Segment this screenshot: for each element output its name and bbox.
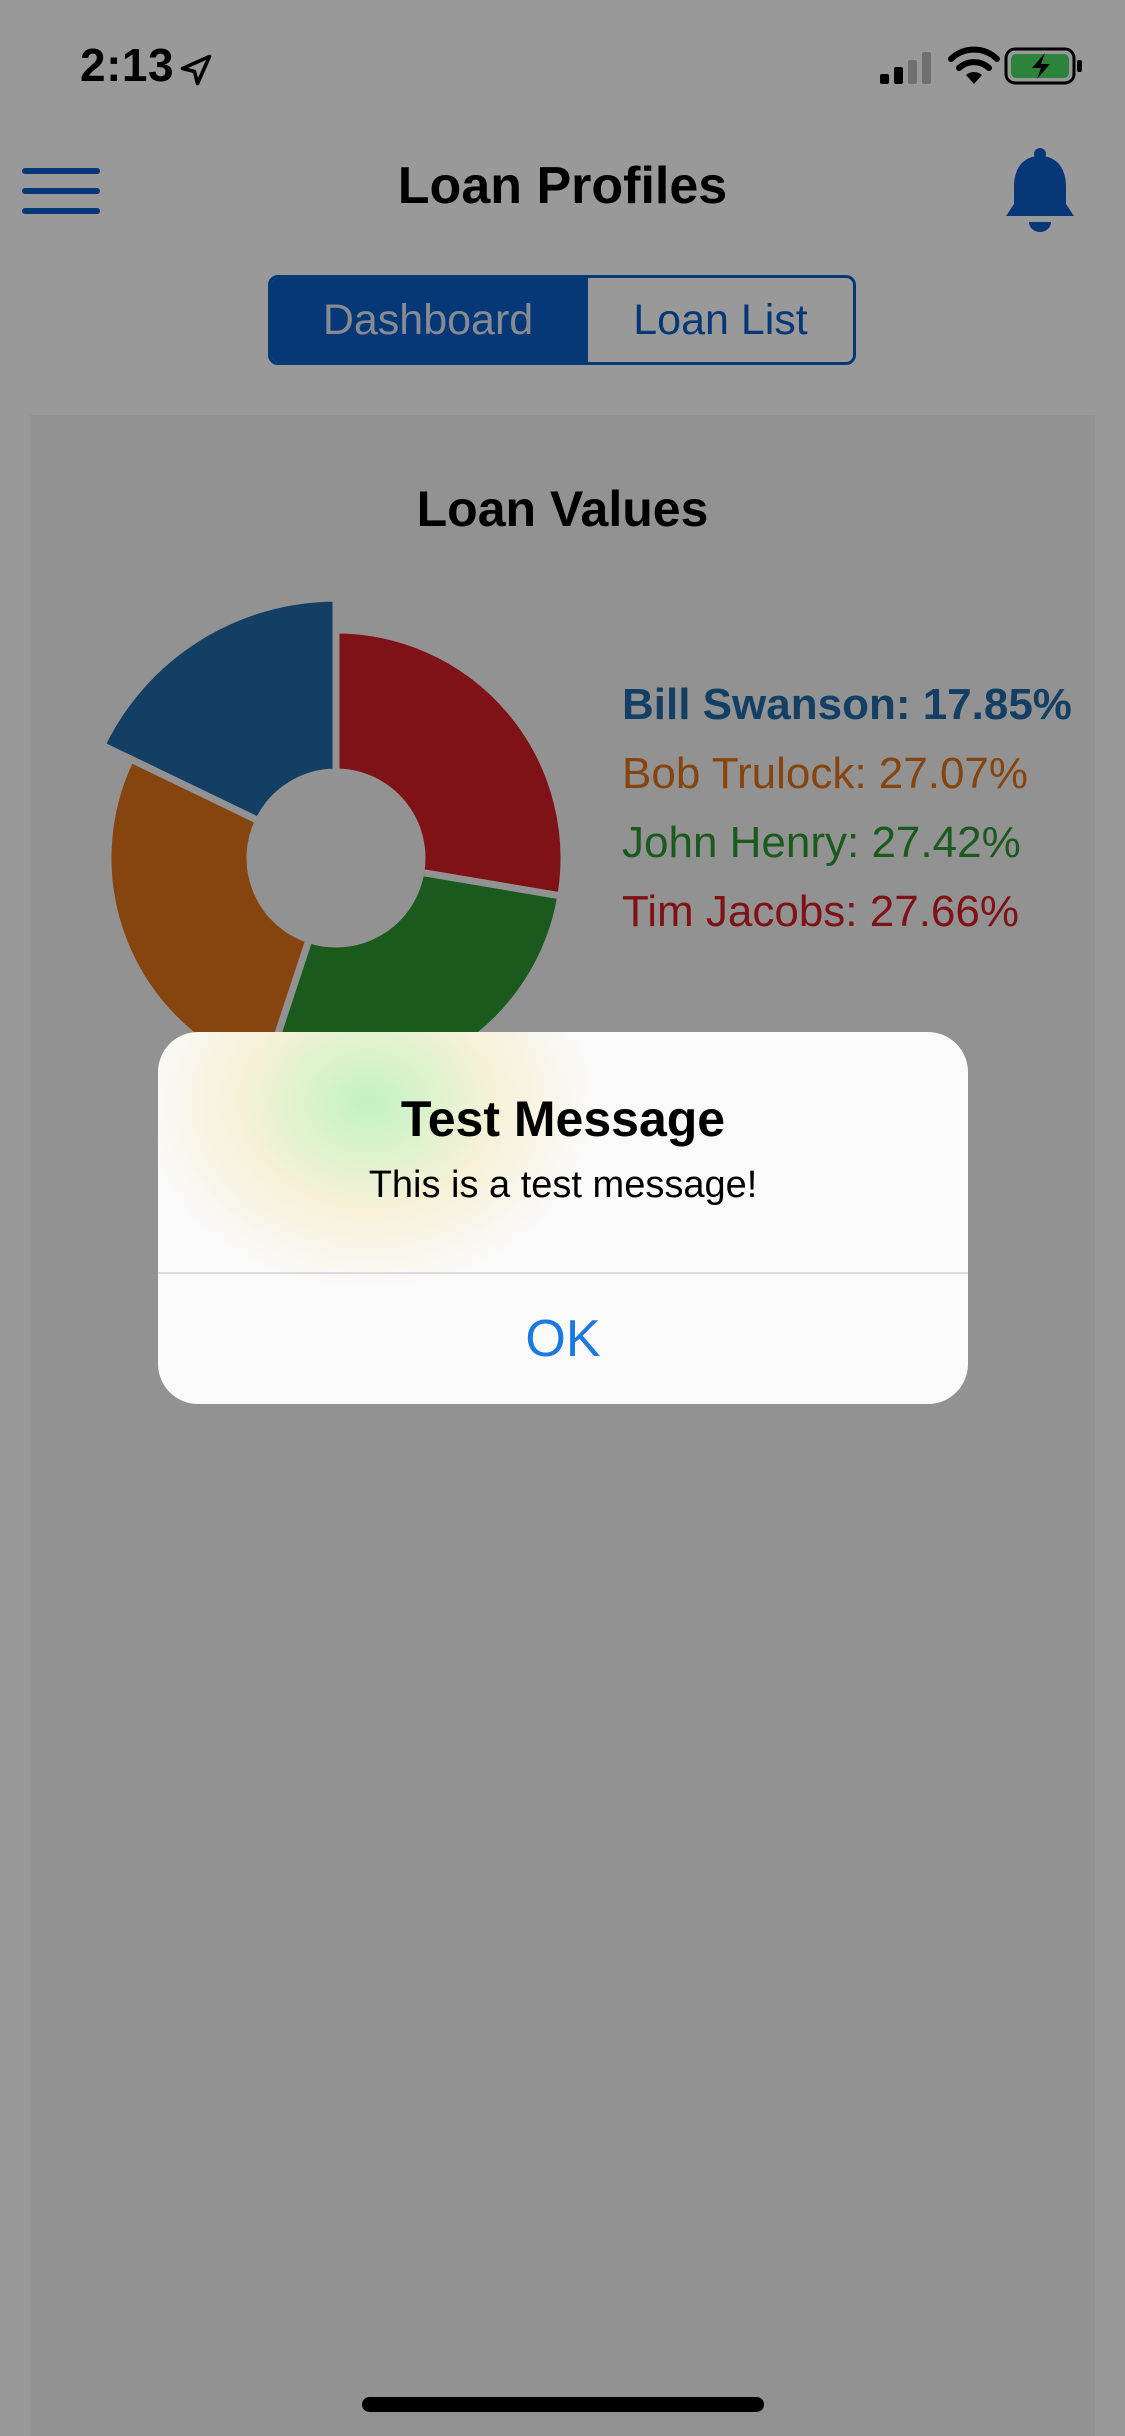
- home-indicator: [362, 2397, 764, 2412]
- alert-message: This is a test message!: [368, 1164, 758, 1206]
- alert-glow: [158, 1032, 598, 1292]
- alert-title: Test Message: [400, 1091, 726, 1147]
- alert-dialog: Test Message This is a test message! OK: [158, 1032, 968, 1404]
- ok-button[interactable]: OK: [158, 1274, 968, 1404]
